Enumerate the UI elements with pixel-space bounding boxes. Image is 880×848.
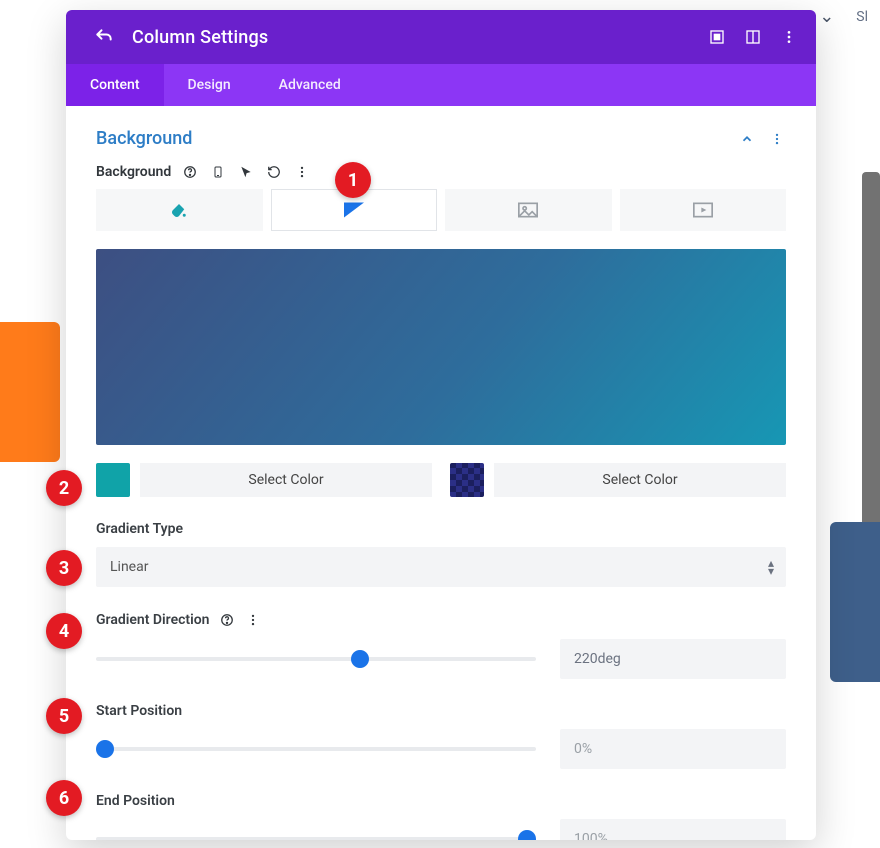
annotation-marker-1: 1: [335, 162, 371, 198]
expand-icon[interactable]: [744, 28, 762, 46]
responsive-icon[interactable]: [209, 163, 227, 181]
gradient-direction-label: Gradient Direction: [96, 612, 210, 628]
back-icon[interactable]: [94, 27, 114, 47]
section-title[interactable]: Background: [96, 128, 192, 149]
bg-tab-image[interactable]: [445, 189, 612, 231]
hover-icon[interactable]: [237, 163, 255, 181]
annotation-marker-3: 3: [46, 550, 82, 586]
annotation-marker-2: 2: [46, 470, 82, 506]
bg-block-orange: [0, 322, 60, 462]
select-color-start-button[interactable]: Select Color: [140, 463, 432, 497]
section-header: Background: [96, 106, 786, 163]
panel-tabs: Content Design Advanced: [66, 64, 816, 106]
end-position-slider[interactable]: [96, 827, 536, 840]
gradient-colors-row: Select Color Select Color: [96, 463, 786, 497]
gradient-direction-slider[interactable]: [96, 647, 536, 671]
end-position-field: End Position 100%: [96, 793, 786, 840]
section-more-icon[interactable]: [768, 130, 786, 148]
gradient-preview: [96, 249, 786, 445]
cutoff-text: Sl: [856, 9, 868, 25]
field-more-icon[interactable]: [293, 163, 311, 181]
background-type-tabs: [96, 189, 786, 231]
annotation-marker-4: 4: [46, 613, 82, 649]
start-position-input[interactable]: 0%: [560, 729, 786, 769]
gradient-direction-input[interactable]: 220deg: [560, 639, 786, 679]
select-arrows-icon: ▴▾: [768, 559, 774, 575]
gradient-type-label: Gradient Type: [96, 521, 786, 537]
bg-block-blue: [830, 522, 880, 682]
panel-title: Column Settings: [132, 27, 708, 48]
help-icon[interactable]: [181, 163, 199, 181]
gradient-color-start: Select Color: [96, 463, 432, 497]
background-label-row: Background: [96, 163, 786, 181]
gradient-type-select[interactable]: Linear ▴▾: [96, 547, 786, 587]
end-position-label: End Position: [96, 793, 786, 809]
gradient-type-field: Gradient Type Linear ▴▾: [96, 521, 786, 587]
tab-content[interactable]: Content: [66, 64, 164, 106]
color-swatch-end[interactable]: [450, 463, 484, 497]
help-icon[interactable]: [218, 611, 236, 629]
annotation-marker-6: 6: [46, 780, 82, 816]
start-position-field: Start Position 0%: [96, 703, 786, 769]
color-swatch-start[interactable]: [96, 463, 130, 497]
bg-tab-video[interactable]: [620, 189, 787, 231]
start-position-label: Start Position: [96, 703, 786, 719]
select-color-end-button[interactable]: Select Color: [494, 463, 786, 497]
bg-tab-color[interactable]: [96, 189, 263, 231]
panel-header: Column Settings: [66, 10, 816, 64]
gradient-type-value: Linear: [110, 559, 148, 575]
page-topbar-fragment: ⌄ Sl: [819, 6, 868, 27]
gradient-color-end: Select Color: [450, 463, 786, 497]
chevron-down-icon[interactable]: ⌄: [819, 6, 834, 27]
extend-styles-icon[interactable]: [708, 28, 726, 46]
settings-panel: Column Settings Content Design Advanced …: [66, 10, 816, 840]
more-icon[interactable]: [780, 28, 798, 46]
tab-advanced[interactable]: Advanced: [255, 64, 365, 106]
tab-design[interactable]: Design: [164, 64, 255, 106]
panel-body: Background Background: [66, 106, 816, 840]
reset-icon[interactable]: [265, 163, 283, 181]
field-more-icon[interactable]: [244, 611, 262, 629]
background-label: Background: [96, 164, 171, 180]
end-position-input[interactable]: 100%: [560, 819, 786, 840]
collapse-icon[interactable]: [738, 130, 756, 148]
annotation-marker-5: 5: [46, 698, 82, 734]
start-position-slider[interactable]: [96, 737, 536, 761]
gradient-direction-field: Gradient Direction 220deg: [96, 611, 786, 679]
